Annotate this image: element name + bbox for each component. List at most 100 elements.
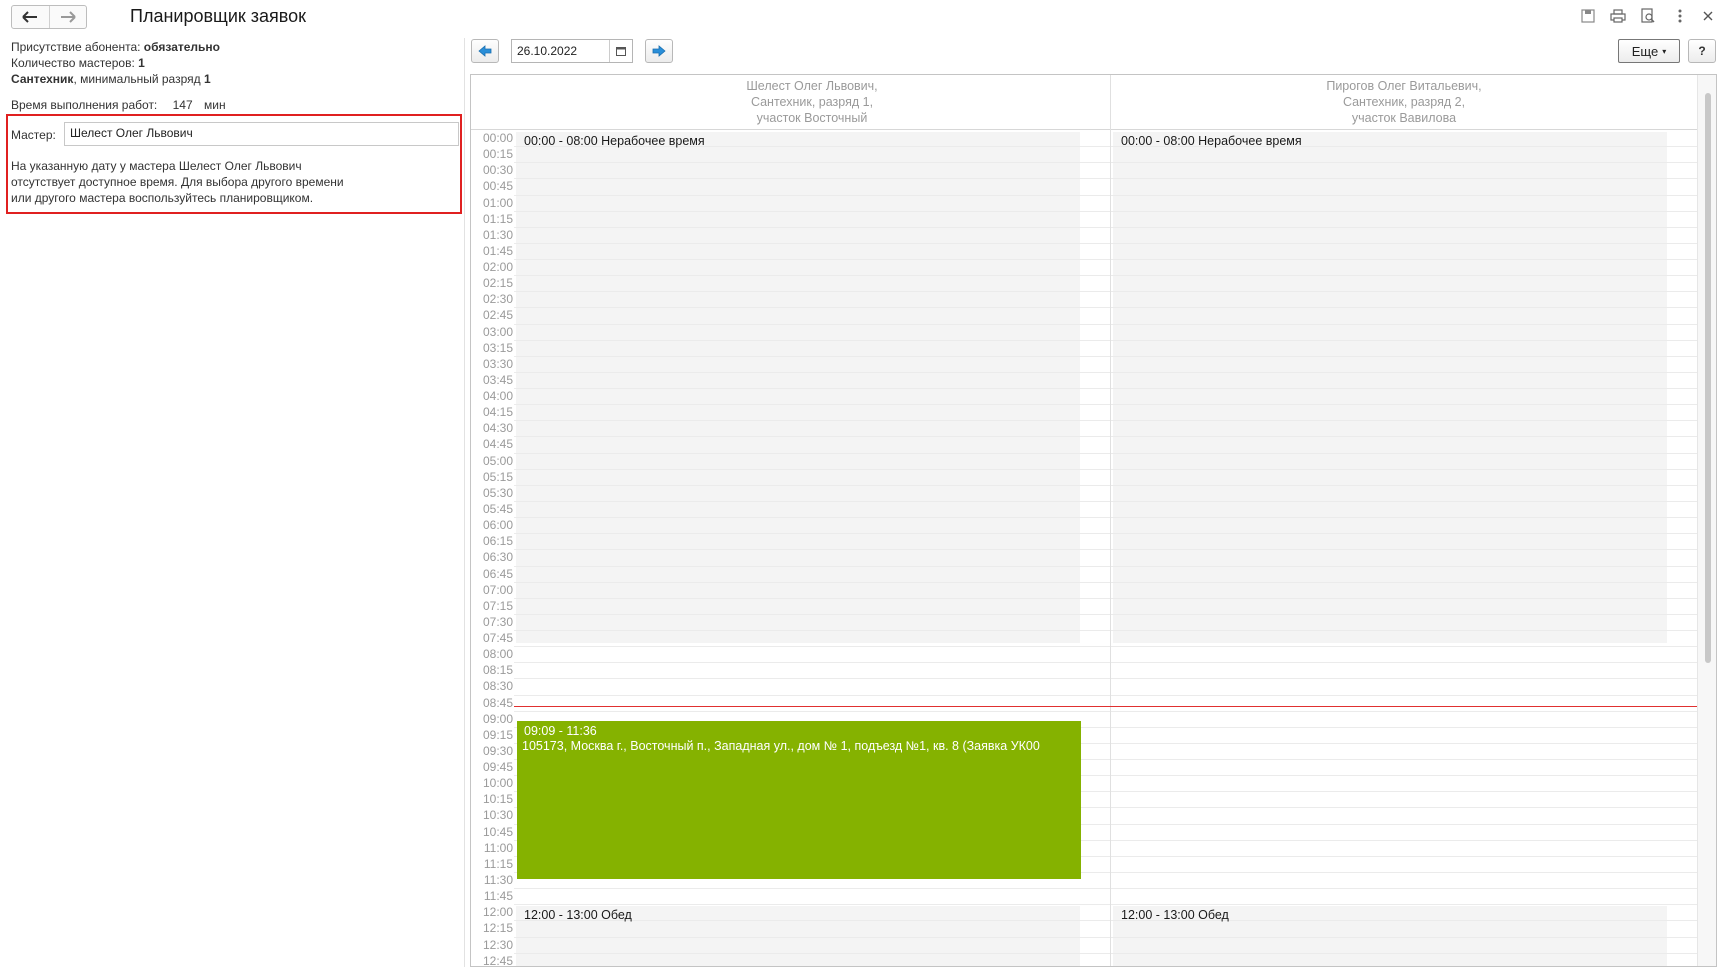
event-label[interactable]: 12:00 - 13:00 Обед [1121,908,1229,922]
time-label: 09:30 [482,743,513,758]
grid-line [514,178,1110,180]
panel-divider [464,38,465,967]
chevron-down-icon: ▾ [1662,46,1667,56]
column-header-line: Сантехник, разряд 1, [750,95,874,109]
calendar-icon[interactable] [609,40,632,62]
time-label: 04:00 [482,389,513,404]
grid-line [514,662,1110,664]
time-label: 09:15 [482,727,513,742]
prev-date-button[interactable] [471,39,499,63]
appointment-address: 105173, Москва г., Восточный п., Западна… [522,739,1040,754]
time-label: 08:15 [482,663,513,678]
time-label: 05:15 [482,469,513,484]
back-button[interactable] [12,6,49,28]
save-icon[interactable] [1580,8,1596,24]
arrow-right-icon [60,11,76,23]
time-label: 01:45 [482,243,513,258]
grid-line [514,194,1110,196]
grid-line [1111,791,1697,793]
grid-line [1111,904,1697,906]
time-label: 07:30 [482,614,513,629]
time-label: 00:15 [482,147,513,162]
grid-line [514,259,1110,261]
grid-line [514,904,1110,906]
time-label: 05:00 [482,453,513,468]
grid-line [514,646,1110,648]
time-label: 01:30 [482,227,513,242]
column-header-line: Сантехник, разряд 2, [1342,95,1466,109]
grid-line [514,565,1110,567]
time-label: 03:15 [482,340,513,355]
grid-line [514,355,1110,357]
time-label: 10:00 [482,776,513,791]
event-label[interactable]: 12:00 - 13:00 Обед [524,908,632,922]
vertical-scrollbar[interactable] [1697,75,1716,966]
grid-line [514,242,1110,244]
grid-line [1111,178,1697,180]
grid-line [514,436,1110,438]
time-label: 11:15 [483,856,513,871]
grid-line [514,533,1110,535]
time-label: 06:15 [482,534,513,549]
time-label: 10:45 [482,824,513,839]
grid-line [514,307,1110,309]
grid-line [514,226,1110,228]
grid-line [514,420,1110,422]
grid-line [1111,468,1697,470]
masters-count-row: Количество мастеров: 1 [11,56,145,70]
column-header-line: участок Вавилова [1351,111,1457,125]
grid-line [1111,517,1697,519]
planner-grid[interactable]: Шелест Олег Львович, Сантехник, разряд 1… [470,74,1717,967]
appointment-time: 09:09 - 11:36 [524,724,597,739]
time-label: 12:30 [482,937,513,952]
grid-line [514,484,1110,486]
grid-line [1111,420,1697,422]
arrow-right-icon [652,45,666,57]
grid-line [1111,500,1697,502]
help-button[interactable]: ? [1688,39,1716,63]
specialty-value: Сантехник [11,72,74,86]
time-label: 07:45 [482,631,513,646]
time-label: 04:30 [482,421,513,436]
more-button[interactable]: Еще ▾ [1618,39,1680,63]
grid-line [514,710,1110,712]
time-label: 05:30 [482,485,513,500]
time-label: 11:00 [483,840,513,855]
page-title: Планировщик заявок [130,6,307,26]
grid-line [1111,436,1697,438]
event-label[interactable]: 00:00 - 08:00 Нерабочее время [524,134,705,148]
forward-button[interactable] [48,6,87,28]
time-label: 11:45 [483,889,513,904]
grid-line [1111,694,1697,696]
print-icon[interactable] [1610,8,1626,24]
grid-line [1111,646,1697,648]
grid-line [1111,404,1697,406]
time-label: 03:45 [482,372,513,387]
time-label: 00:45 [482,179,513,194]
grid-line [1111,355,1697,357]
next-date-button[interactable] [645,39,673,63]
close-icon[interactable] [1700,8,1716,24]
grid-line [1111,259,1697,261]
scrollbar-thumb[interactable] [1705,93,1711,663]
column-divider [1110,75,1111,966]
time-label: 02:45 [482,308,513,323]
preview-icon[interactable] [1640,8,1656,24]
time-label: 01:00 [482,195,513,210]
grid-line [1111,371,1697,373]
grid-line [1111,565,1697,567]
master-field[interactable]: Шелест Олег Львович [64,122,459,146]
time-label: 02:30 [482,292,513,307]
grid-line [1111,194,1697,196]
masters-count-value: 1 [138,56,145,70]
grid-line [514,678,1110,680]
event-label[interactable]: 00:00 - 08:00 Нерабочее время [1121,134,1302,148]
date-field[interactable]: 26.10.2022 [511,39,633,63]
grid-line [514,549,1110,551]
appointment-block[interactable]: 09:09 - 11:36 105173, Москва г., Восточны… [517,721,1081,880]
grid-line [1111,275,1697,277]
column-header-line: участок Восточный [756,111,868,125]
grid-line [1111,855,1697,857]
arrow-left-icon [478,45,492,57]
more-menu-icon[interactable] [1672,8,1688,24]
